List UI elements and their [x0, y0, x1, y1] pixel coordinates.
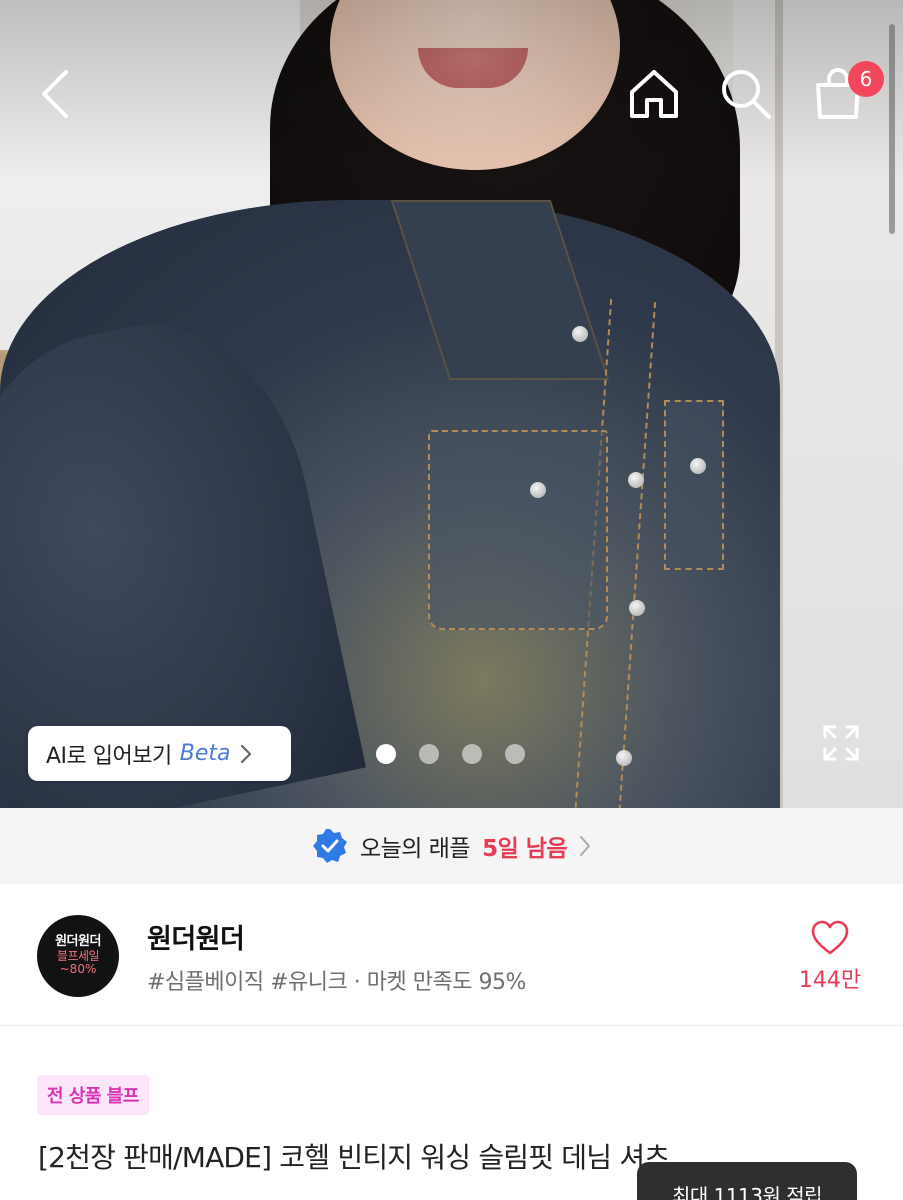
- photo-snap-button: [530, 482, 546, 498]
- fullscreen-button[interactable]: [816, 718, 866, 768]
- photo-snap-button: [690, 458, 706, 474]
- home-icon: [630, 70, 678, 118]
- sale-badge: 전 상품 블프: [37, 1075, 149, 1115]
- verified-badge-icon: [312, 829, 347, 863]
- photo-snap-button: [616, 750, 632, 766]
- shop-logo-sale: 블프세일: [56, 948, 100, 963]
- shop-name[interactable]: 원더원더: [147, 917, 245, 956]
- shop-info: 원더원더 블프세일 ~80% 원더원더 #심플베이직 #유니크 · 마켓 만족도…: [0, 884, 903, 1026]
- carousel-dot[interactable]: [462, 744, 482, 764]
- carousel-dot-active[interactable]: [376, 744, 396, 764]
- beta-label: Beta: [179, 741, 231, 766]
- carousel-dot[interactable]: [505, 744, 525, 764]
- raffle-banner[interactable]: 오늘의 래플 5일 남음: [0, 808, 903, 884]
- cart-count-badge: 6: [848, 61, 884, 97]
- back-button[interactable]: [24, 62, 88, 126]
- shop-tags: #심플베이직 #유니크 · 마켓 만족도 95%: [147, 970, 526, 995]
- photo-shirt-pocket-left: [428, 430, 608, 630]
- chevron-right-icon: [241, 744, 252, 763]
- shop-logo-discount: ~80%: [59, 962, 97, 977]
- chevron-right-icon: [580, 836, 591, 856]
- product-title: [2천장 판매/MADE] 코헬 빈티지 워싱 슬림핏 데님 셔츠: [38, 1141, 670, 1174]
- shop-logo-name: 원더원더: [55, 933, 101, 949]
- like-button[interactable]: [806, 914, 854, 962]
- chevron-left-icon: [42, 70, 68, 118]
- reward-toast[interactable]: 최대 1113원 적립: [637, 1162, 857, 1200]
- scrollbar[interactable]: [889, 24, 895, 234]
- expand-icon: [823, 725, 859, 761]
- raffle-remaining: 5일 남음: [482, 836, 568, 862]
- ai-tryon-button[interactable]: AI로 입어보기 Beta: [28, 726, 291, 781]
- ai-tryon-label: AI로 입어보기: [46, 743, 172, 769]
- carousel-indicator: [376, 744, 525, 764]
- photo-shirt-pocket-right: [664, 400, 724, 570]
- search-button[interactable]: [714, 62, 778, 126]
- shop-logo[interactable]: 원더원더 블프세일 ~80%: [37, 915, 119, 997]
- photo-snap-button: [572, 326, 588, 342]
- like-count: 144만: [798, 968, 862, 993]
- carousel-dot[interactable]: [419, 744, 439, 764]
- search-icon: [722, 70, 771, 119]
- heart-icon: [811, 920, 849, 955]
- photo-snap-button: [628, 472, 644, 488]
- raffle-label: 오늘의 래플: [359, 836, 471, 862]
- photo-snap-button: [629, 600, 645, 616]
- home-button[interactable]: [622, 62, 686, 126]
